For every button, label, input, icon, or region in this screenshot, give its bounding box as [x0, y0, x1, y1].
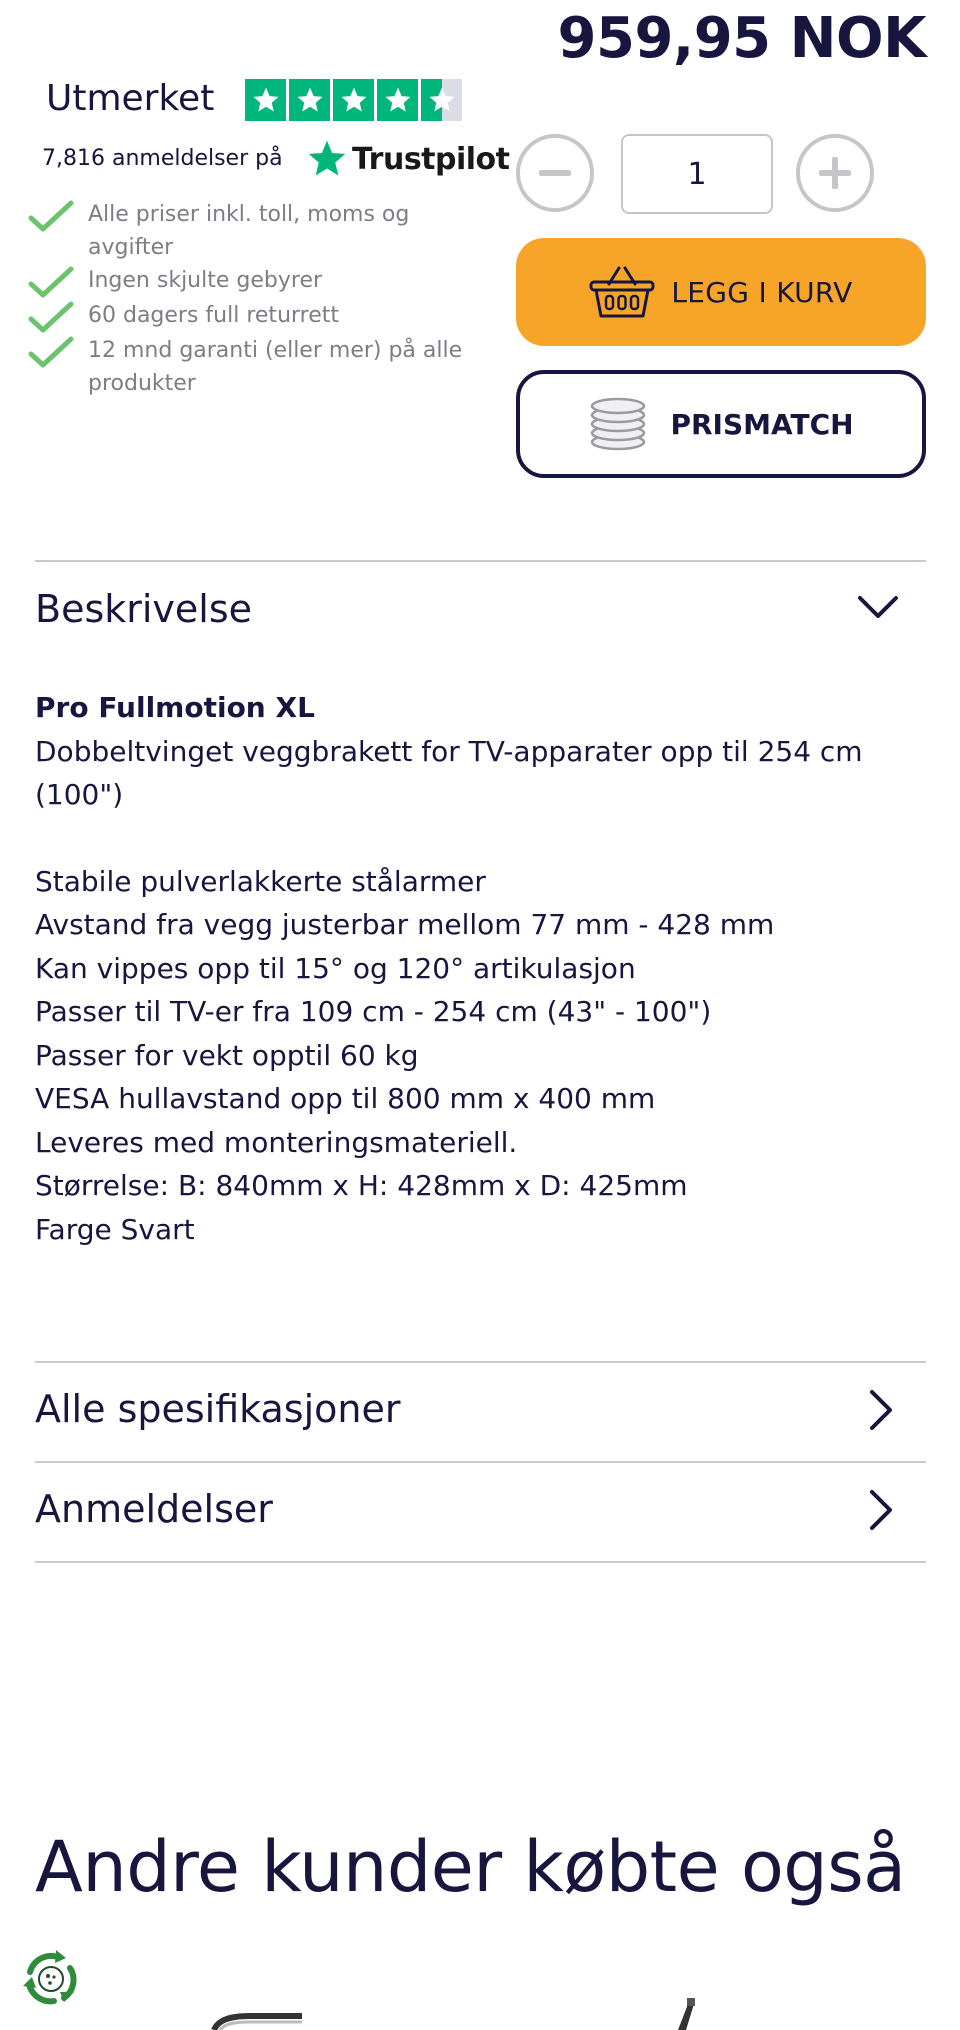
product-image[interactable]: [670, 1998, 706, 2030]
check-icon: [28, 336, 74, 368]
feature-line: Leveres med monteringsmateriell.: [35, 1125, 518, 1159]
description-intro: Dobbeltvinget veggbrakett for TV-apparat…: [35, 734, 863, 812]
feature-line: Kan vippes opp til 15° og 120° artikulas…: [35, 951, 636, 985]
accordion-description-title[interactable]: Beskrivelse: [35, 587, 252, 631]
usp-text: Alle priser inkl. toll, moms og avgifter: [88, 202, 410, 260]
related-products-title: Andre kunder købte også: [35, 1826, 906, 1908]
quantity-decrease-button[interactable]: [516, 134, 594, 212]
list-item: Alle priser inkl. toll, moms og avgifter: [28, 198, 498, 264]
trustpilot-rating-label[interactable]: Utmerket: [46, 78, 214, 119]
basket-icon: [589, 266, 655, 318]
feature-line: Avstand fra vegg justerbar mellom 77 mm …: [35, 908, 775, 941]
product-image[interactable]: [210, 2010, 306, 2030]
usp-list: Alle priser inkl. toll, moms og avgifter…: [28, 198, 498, 400]
accordion-specs-title[interactable]: Alle spesifikasjoner: [35, 1387, 400, 1431]
check-icon: [28, 266, 74, 298]
trustpilot-stars[interactable]: [245, 79, 462, 121]
feature-line: VESA hullavstand opp til 800 mm x 400 mm: [35, 1082, 656, 1115]
check-icon: [28, 301, 74, 333]
minus-icon: [539, 170, 571, 176]
recycle-badge-icon[interactable]: [18, 1946, 84, 2012]
quantity-input[interactable]: [621, 134, 773, 214]
usp-text: 12 mnd garanti (eller mer) på alle produ…: [88, 338, 463, 396]
product-name: Pro Fullmotion XL: [35, 691, 315, 724]
chevron-right-icon[interactable]: [858, 1488, 902, 1532]
feature-line: Passer for vekt opptil 60 kg: [35, 1038, 419, 1072]
divider: [35, 1361, 926, 1363]
feature-line: Farge Svart: [35, 1212, 195, 1246]
product-description: Pro Fullmotion XL Dobbeltvinget veggbrak…: [35, 686, 925, 1251]
feature-line: Stabile pulverlakkerte stålarmer: [35, 864, 486, 898]
trustpilot-logo[interactable]: Trustpilot: [306, 138, 510, 180]
list-item: 12 mnd garanti (eller mer) på alle produ…: [28, 334, 498, 400]
list-item: Ingen skjulte gebyrer: [28, 264, 498, 299]
usp-text: Ingen skjulte gebyrer: [88, 268, 323, 293]
star-icon: [289, 79, 330, 121]
half-star-icon: [421, 79, 462, 121]
coins-icon: [591, 397, 646, 451]
feature-line: Passer til TV-er fra 109 cm - 254 cm (43…: [35, 995, 712, 1028]
quantity-increase-button[interactable]: [796, 134, 874, 212]
chevron-right-icon[interactable]: [858, 1388, 902, 1432]
divider: [35, 1461, 926, 1463]
star-icon: [245, 79, 286, 121]
product-price: 959,95 NOK: [557, 6, 927, 71]
star-icon: [333, 79, 374, 121]
plus-icon: [819, 157, 851, 189]
divider: [35, 560, 926, 562]
add-to-cart-button[interactable]: LEGG I KURV: [516, 238, 926, 346]
divider: [35, 1561, 926, 1563]
star-icon: [377, 79, 418, 121]
accordion-reviews-title[interactable]: Anmeldelser: [35, 1487, 273, 1531]
usp-text: 60 dagers full returrett: [88, 303, 340, 328]
feature-line: Størrelse: B: 840mm x H: 428mm x D: 425m…: [35, 1169, 688, 1202]
price-match-label: PRISMATCH: [670, 407, 854, 441]
chevron-down-icon[interactable]: [856, 586, 900, 630]
list-item: 60 dagers full returrett: [28, 299, 498, 334]
add-to-cart-label: LEGG I KURV: [671, 275, 853, 309]
trustpilot-review-count[interactable]: 7,816 anmeldelser på: [42, 146, 283, 171]
price-match-button[interactable]: PRISMATCH: [516, 370, 926, 478]
trustpilot-star-icon: [308, 140, 346, 176]
trustpilot-brand: Trustpilot: [352, 141, 510, 177]
check-icon: [28, 200, 74, 232]
